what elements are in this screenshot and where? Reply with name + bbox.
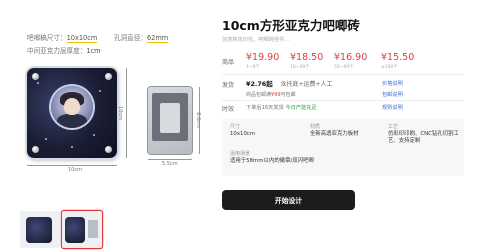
product-title: 10cm方形亚克力吧唧砖 <box>222 18 360 33</box>
character-badge <box>51 86 93 128</box>
card-width-dim-line <box>148 159 192 160</box>
promo-amount: ¥99 <box>271 92 281 98</box>
start-design-button-label: 开始设计 <box>274 197 303 205</box>
character-coat <box>57 114 87 128</box>
card-window <box>152 93 188 141</box>
spec-size-value: 10x10cm <box>230 131 256 137</box>
screw-icon <box>32 73 39 80</box>
sparkle-decor <box>37 82 39 84</box>
promo-suffix: 可包邮 <box>280 92 296 98</box>
divider <box>222 74 464 75</box>
spec-craft-value: 仿彩印印刷、CNC钻孔切割工艺、支持定制 <box>388 131 459 144</box>
hole-spec-value: 62mm <box>146 34 169 43</box>
size-spec-value: 10x10cm <box>66 34 98 43</box>
thickness-spec: 中间亚克力层厚度：1cm <box>27 45 101 55</box>
spec-material-value: 全新高透亚克力板材 <box>310 131 359 137</box>
screw-icon <box>105 73 112 80</box>
sparkle-decor <box>99 90 101 92</box>
price-tier-qty: 10~49个 <box>290 65 310 70</box>
shipping-note: 含托底+运费+人工 <box>280 81 333 88</box>
hole-spec: 孔洞直径：62mm <box>114 32 169 43</box>
sparkle-decor <box>45 138 47 140</box>
card-width-dim: 5.5cm <box>162 161 178 167</box>
size-spec: 吧唧稿尺寸：10x10cm <box>27 32 98 43</box>
acrylic-width-dim: 10cm <box>68 167 82 173</box>
price-tier-4: ¥15.50 ≥100个 <box>381 52 423 70</box>
sparkle-decor <box>71 146 73 148</box>
spec-panel: 尺寸 10x10cm 材质 全新高透亚克力板材 工艺 仿彩印印刷、CNC钻孔切割… <box>222 119 464 176</box>
price-tier-qty: ≥100个 <box>381 65 398 70</box>
price-tier-1: ¥19.90 1~9个 <box>246 52 288 70</box>
screw-icon <box>105 146 112 153</box>
price-info-link[interactable]: 价格说明 <box>382 80 403 87</box>
shipping-info: ¥2.76起 含托底+运费+人工 <box>246 79 333 88</box>
backing-card-image <box>148 87 192 154</box>
product-subtitle: 创意棉花印花，吧唧砖挂件... <box>222 37 290 43</box>
price-tier-qty: 1~9个 <box>246 65 260 70</box>
acrylic-width-dim-line <box>27 165 117 166</box>
spec-material-header: 材质 <box>310 124 321 130</box>
promo-prefix: 商品包邮满 <box>246 92 272 98</box>
price-row-label: 商品 <box>222 59 235 66</box>
price-tier-price: ¥15.50 <box>381 52 415 63</box>
start-design-button[interactable]: 开始设计 <box>222 190 355 210</box>
price-tier-price: ¥18.50 <box>290 52 324 63</box>
acrylic-height-dim-line <box>126 68 127 158</box>
spec-size-header: 尺寸 <box>230 124 241 130</box>
acrylic-height-dim: 10cm <box>116 106 123 120</box>
thumbnail-preview <box>26 217 52 243</box>
acrylic-block-image <box>27 68 117 158</box>
spec-scene-value: 适用于58mm以内的徽章/双闪吧唧 <box>230 158 314 164</box>
timing-row-label: 时效 <box>222 106 235 113</box>
capacity-status: 今日产能充足 <box>285 105 317 111</box>
thickness-spec-label: 中间亚克力层厚度： <box>27 47 87 55</box>
shipping-amount: ¥2.76起 <box>246 80 273 88</box>
sparkle-decor <box>93 134 95 136</box>
thumbnail-2[interactable] <box>62 211 102 248</box>
hole-spec-label: 孔洞直径： <box>114 34 147 42</box>
size-spec-label: 吧唧稿尺寸： <box>27 34 67 42</box>
thumbnail-preview <box>65 217 85 243</box>
thumbnail-card-preview <box>88 220 98 238</box>
price-tier-price: ¥19.90 <box>246 52 280 63</box>
thickness-spec-value: 1cm <box>86 47 101 55</box>
timing-info: 下单后16天发货 今日产能充足 <box>246 104 317 111</box>
rules-info-link[interactable]: 规则说明 <box>382 104 403 111</box>
free-shipping-info-link[interactable]: 包邮说明 <box>382 91 403 98</box>
spec-craft-header: 工艺 <box>388 124 399 130</box>
timing-text: 下单后16天发货 <box>246 105 284 111</box>
character-face <box>64 98 80 115</box>
price-tier-2: ¥18.50 10~49个 <box>290 52 332 70</box>
screw-icon <box>32 146 39 153</box>
spec-scene-header: 适用场景 <box>230 151 251 157</box>
price-tier-3: ¥16.90 50~99个 <box>334 52 376 70</box>
thumbnail-1[interactable] <box>20 211 60 248</box>
card-height-dim: 8.6cm <box>194 112 201 128</box>
shipping-row-label: 发货 <box>222 82 235 89</box>
divider <box>222 100 464 101</box>
price-tier-qty: 50~99个 <box>334 65 354 70</box>
free-shipping-promo: 商品包邮满¥99可包邮 <box>246 91 296 98</box>
price-tier-price: ¥16.90 <box>334 52 368 63</box>
